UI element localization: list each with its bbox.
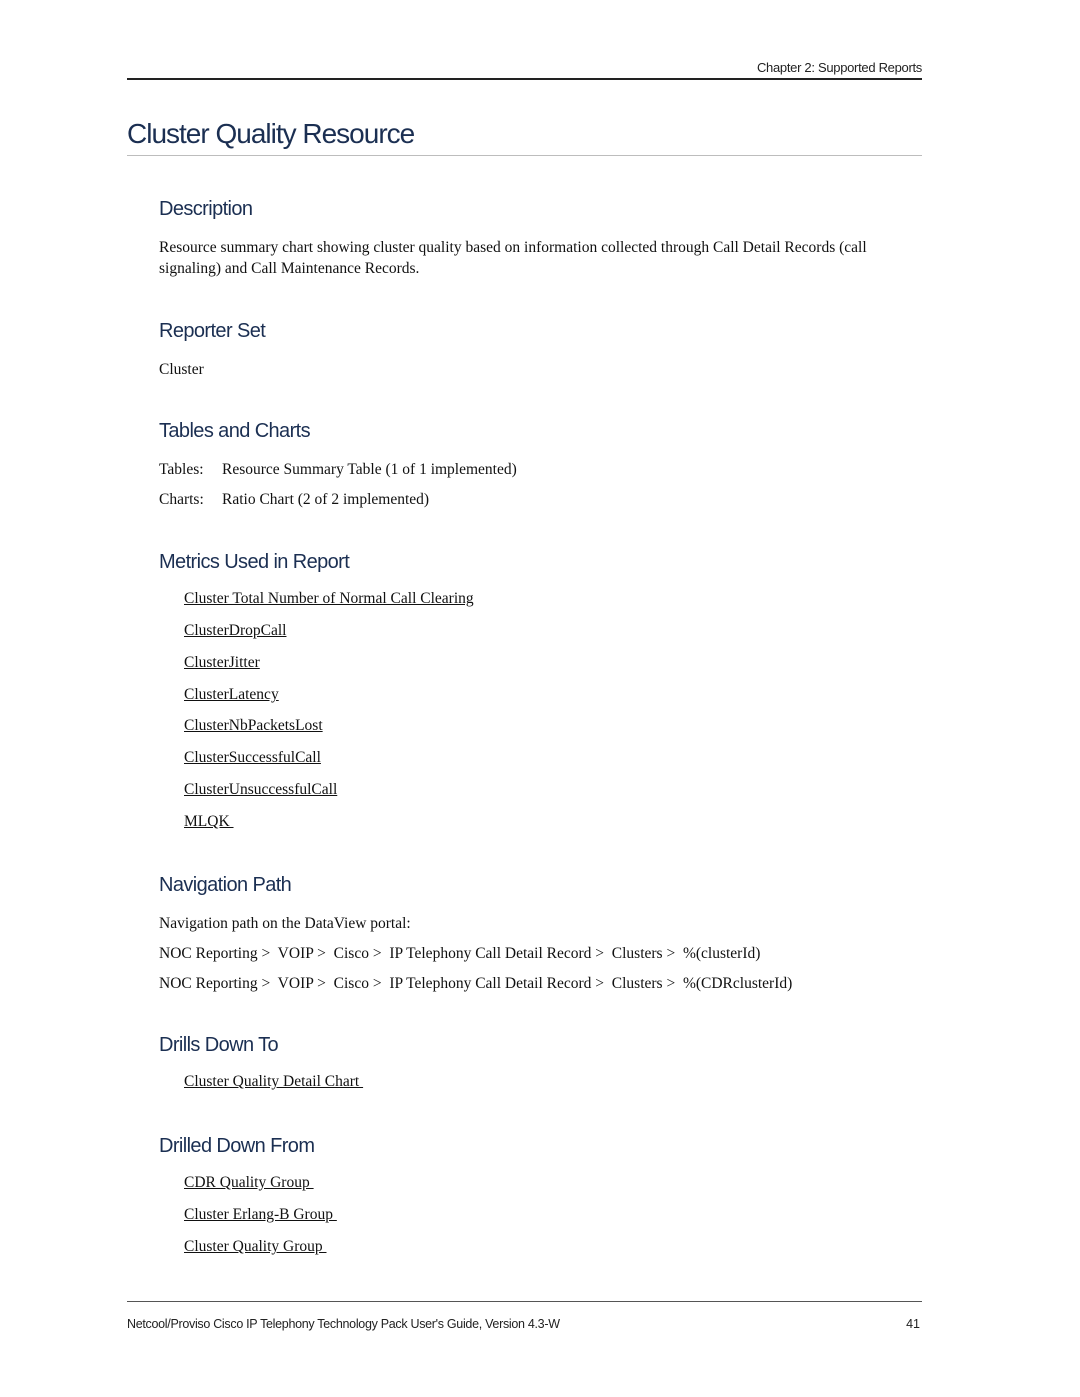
navigation-path-heading: Navigation Path <box>159 874 292 896</box>
drill-from-link[interactable]: Cluster Erlang-B Group <box>184 1206 337 1224</box>
tables-row: Tables: Resource Summary Table (1 of 1 im… <box>159 459 517 480</box>
reporter-set-value: Cluster <box>159 361 204 378</box>
navigation-path-line: NOC Reporting > VOIP > Cisco > IP Teleph… <box>159 975 793 992</box>
metric-link[interactable]: MLQK <box>184 813 234 831</box>
drill-from-link[interactable]: CDR Quality Group <box>184 1174 314 1192</box>
metric-link[interactable]: ClusterUnsuccessfulCall <box>184 781 337 799</box>
tables-value: Resource Summary Table (1 of 1 implement… <box>222 461 517 478</box>
header-rule <box>127 78 922 80</box>
metric-link[interactable]: Cluster Total Number of Normal Call Clea… <box>184 590 474 608</box>
tables-charts-heading: Tables and Charts <box>159 420 311 442</box>
description-text: Resource summary chart showing cluster q… <box>159 239 867 277</box>
charts-value: Ratio Chart (2 of 2 implemented) <box>222 491 430 508</box>
footer-guide-title: Netcool/Proviso Cisco IP Telephony Techn… <box>127 1317 560 1331</box>
drill-to-link[interactable]: Cluster Quality Detail Chart <box>184 1073 363 1091</box>
metric-link[interactable]: ClusterDropCall <box>184 622 286 640</box>
navigation-path-line: NOC Reporting > VOIP > Cisco > IP Teleph… <box>159 945 761 962</box>
metric-link[interactable]: ClusterLatency <box>184 686 279 704</box>
metric-link[interactable]: ClusterJitter <box>184 654 260 672</box>
metrics-heading: Metrics Used in Report <box>159 551 350 573</box>
drills-down-to-heading: Drills Down To <box>159 1034 279 1056</box>
running-head: Chapter 2: Supported Reports <box>756 60 922 75</box>
description-heading: Description <box>159 198 253 220</box>
navigation-intro: Navigation path on the DataView portal: <box>159 915 411 932</box>
document-page: Chapter 2: Supported Reports Cluster Qua… <box>0 0 1080 1397</box>
charts-label: Charts: <box>159 491 204 508</box>
charts-row: Charts: Ratio Chart (2 of 2 implemented) <box>159 489 429 510</box>
metric-link[interactable]: ClusterSuccessfulCall <box>184 749 321 767</box>
page-number: 41 <box>906 1317 920 1331</box>
tables-label: Tables: <box>159 461 204 478</box>
reporter-set-heading: Reporter Set <box>159 320 266 342</box>
page-title: Cluster Quality Resource <box>127 118 415 149</box>
metric-link[interactable]: ClusterNbPacketsLost <box>184 717 323 735</box>
footer-rule <box>127 1301 922 1302</box>
drill-from-link[interactable]: Cluster Quality Group <box>184 1238 327 1256</box>
title-rule <box>127 155 922 156</box>
drilled-down-from-heading: Drilled Down From <box>159 1135 315 1157</box>
